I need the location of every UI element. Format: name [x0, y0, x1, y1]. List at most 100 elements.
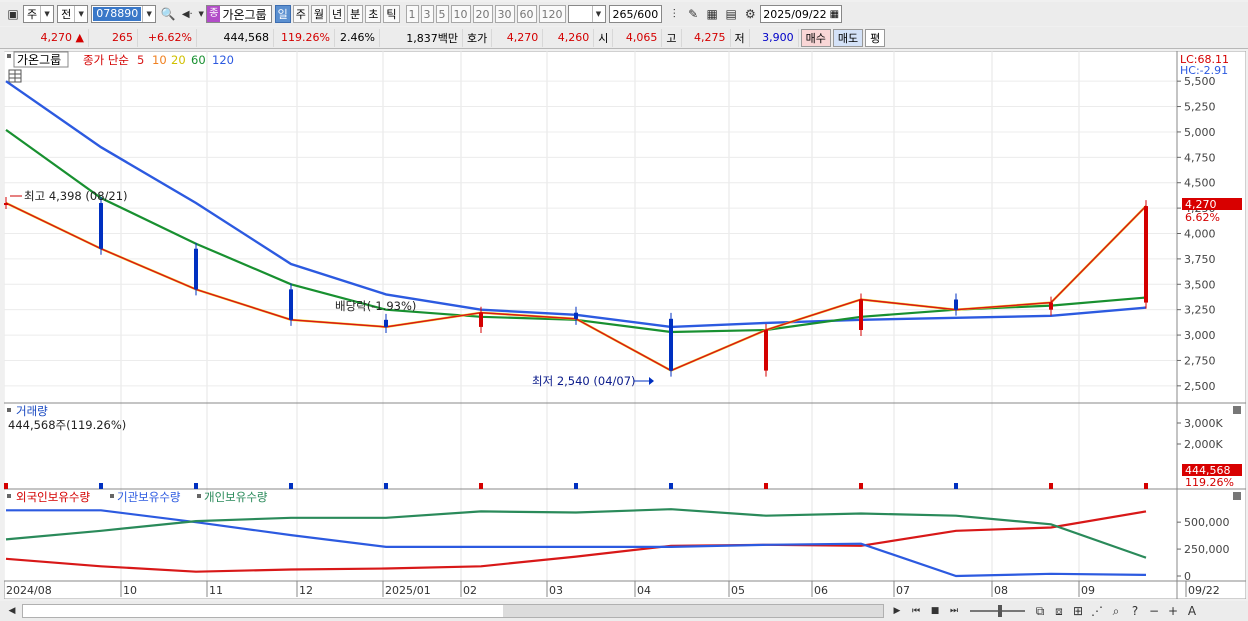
price-tick-label: 3,750 [1184, 253, 1216, 266]
stock-code[interactable]: 078890 [93, 7, 142, 21]
volume-tick-label: 2,000K [1184, 438, 1223, 451]
interval-custom-select[interactable]: ▼ [567, 5, 606, 23]
panel-marker-icon [7, 494, 11, 498]
price-value: 4,270 [40, 31, 73, 44]
scrollbar-track[interactable] [22, 604, 884, 618]
eval-button[interactable]: 평 [865, 28, 886, 47]
stock-code-input[interactable]: 078890 ▼ [91, 5, 157, 23]
speaker-icon[interactable]: ◀· [178, 5, 196, 23]
individual-holding-legend[interactable]: 개인보유수량 [204, 490, 268, 504]
stock-name-box[interactable]: 종 가온그룹 [206, 5, 272, 23]
candle-body [4, 203, 8, 206]
period-week-button[interactable]: 주 [292, 5, 309, 23]
stop-icon[interactable]: ■ [926, 602, 944, 620]
draw-tool-icon[interactable]: ✎ [684, 5, 702, 23]
zoom-slider[interactable] [970, 605, 1025, 617]
holders-tick-label: 250,000 [1184, 543, 1230, 556]
layout-icon[interactable]: ⧉ [1031, 602, 1049, 620]
last-price-badge-text: 4,270 [1185, 198, 1217, 211]
chart-area[interactable]: 가온그룹 종가 단순 5 10 20 60 120 LC:68.11 HC:-2… [4, 51, 1246, 599]
chevron-down-icon[interactable]: ▼ [197, 5, 205, 23]
period-month-button[interactable]: 월 [310, 5, 327, 23]
market-select[interactable]: 주 ▼ [23, 5, 55, 23]
chevron-down-icon[interactable]: ▼ [142, 6, 155, 22]
price-tick-label: 3,500 [1184, 278, 1216, 291]
volume-tick-label: 3,000K [1184, 417, 1223, 430]
grid-icon[interactable]: ▦ [703, 5, 721, 23]
scroll-left-icon[interactable]: ◀ [3, 602, 21, 620]
interval-120-button[interactable]: 120 [538, 5, 566, 23]
tools-icon[interactable]: ⋰ [1088, 602, 1106, 620]
period-minute-button[interactable]: 분 [347, 5, 364, 23]
count-input[interactable]: 265/600 [608, 5, 663, 23]
x-tick-label: 07 [896, 584, 910, 597]
fast-forward-icon[interactable]: ⏭ [945, 602, 963, 620]
interval-3-button[interactable]: 3 [420, 5, 434, 23]
volume-title[interactable]: 거래량 [16, 404, 48, 418]
search-icon[interactable]: 🔍 [159, 5, 177, 23]
compare-icon[interactable]: ⧈ [1050, 602, 1068, 620]
ma20-legend[interactable]: 20 [171, 53, 186, 67]
ma60-legend[interactable]: 60 [191, 53, 206, 67]
annotation-dividend: 배당락(-1.93%) [335, 299, 416, 313]
candle-icon[interactable]: ⫶ [665, 5, 683, 23]
font-size-icon[interactable]: A [1183, 602, 1201, 620]
date-input[interactable]: 2025/09/22 ▦ [760, 5, 843, 23]
candle-body [99, 203, 103, 249]
zoom-in-icon[interactable]: + [1164, 602, 1182, 620]
prev-label: 전 [61, 8, 72, 21]
interval-30-button[interactable]: 30 [494, 5, 515, 23]
foreign-holding-legend[interactable]: 외국인보유수량 [16, 490, 90, 504]
sell-button[interactable]: 매도 [832, 28, 864, 47]
close-icon[interactable] [1233, 406, 1241, 414]
volume-badge-pct: 119.26% [1185, 476, 1234, 489]
period-year-button[interactable]: 년 [329, 5, 346, 23]
price-tick-label: 5,250 [1184, 101, 1216, 114]
ask-price: 4,270 [492, 28, 544, 47]
rewind-icon[interactable]: ⏮ [907, 602, 925, 620]
ma10-legend[interactable]: 10 [152, 53, 167, 67]
holders-tick-label: 500,000 [1184, 516, 1230, 529]
interval-5-button[interactable]: 5 [435, 5, 449, 23]
interval-10-button[interactable]: 10 [450, 5, 471, 23]
toolbar: ▣ 주 ▼ 전 ▼ 078890 ▼ 🔍 ◀· ▼ 종 가온그룹 일 주 월 년 분 초… [0, 2, 1248, 26]
price-tick-label: 4,000 [1184, 228, 1216, 241]
ma120-legend[interactable]: 120 [212, 53, 234, 67]
save-icon[interactable]: ▤ [722, 5, 740, 23]
period-tick-button[interactable]: 틱 [383, 5, 400, 23]
interval-60-button[interactable]: 60 [516, 5, 537, 23]
play-icon[interactable]: ▶ [888, 602, 906, 620]
interval-1-button[interactable]: 1 [405, 5, 419, 23]
count-total: /600 [633, 7, 659, 21]
market-label: 주 [27, 8, 38, 21]
chevron-down-icon[interactable]: ▼ [74, 6, 87, 22]
scrollbar-thumb[interactable] [503, 605, 883, 617]
grid-icon[interactable]: ⊞ [1069, 602, 1087, 620]
zoom-out-icon[interactable]: − [1145, 602, 1163, 620]
x-tick-label: 08 [994, 584, 1008, 597]
low-label: 저 [731, 28, 750, 47]
interval-20-button[interactable]: 20 [472, 5, 493, 23]
ma5-legend[interactable]: 5 [137, 53, 144, 67]
chevron-down-icon[interactable]: ▼ [591, 6, 605, 22]
candle-body [194, 248, 198, 290]
prev-select[interactable]: 전 ▼ [57, 5, 89, 23]
info-icon[interactable]: ? [1126, 602, 1144, 620]
buy-button[interactable]: 매수 [800, 28, 831, 47]
x-tick-label: 02 [463, 584, 477, 597]
period-second-button[interactable]: 초 [365, 5, 382, 23]
window-icon[interactable]: ▣ [4, 5, 22, 23]
institution-holding-legend[interactable]: 기관보유수량 [117, 490, 181, 504]
gear-icon[interactable]: ⚙ [741, 5, 759, 23]
screenshot-icon[interactable]: ⌕ [1107, 602, 1125, 620]
chevron-down-icon[interactable]: ▼ [40, 6, 53, 22]
price-tick-label: 3,000 [1184, 329, 1216, 342]
calendar-icon[interactable]: ▦ [830, 9, 839, 20]
x-tick-label: 03 [549, 584, 563, 597]
price-change-pct: +6.62% [138, 28, 197, 47]
x-tick-label: 2024/08 [6, 584, 52, 597]
period-day-button[interactable]: 일 [274, 5, 291, 23]
open-label: 시 [594, 28, 614, 47]
close-icon[interactable] [1233, 492, 1241, 500]
x-tick-label: 09/22 [1188, 584, 1220, 597]
